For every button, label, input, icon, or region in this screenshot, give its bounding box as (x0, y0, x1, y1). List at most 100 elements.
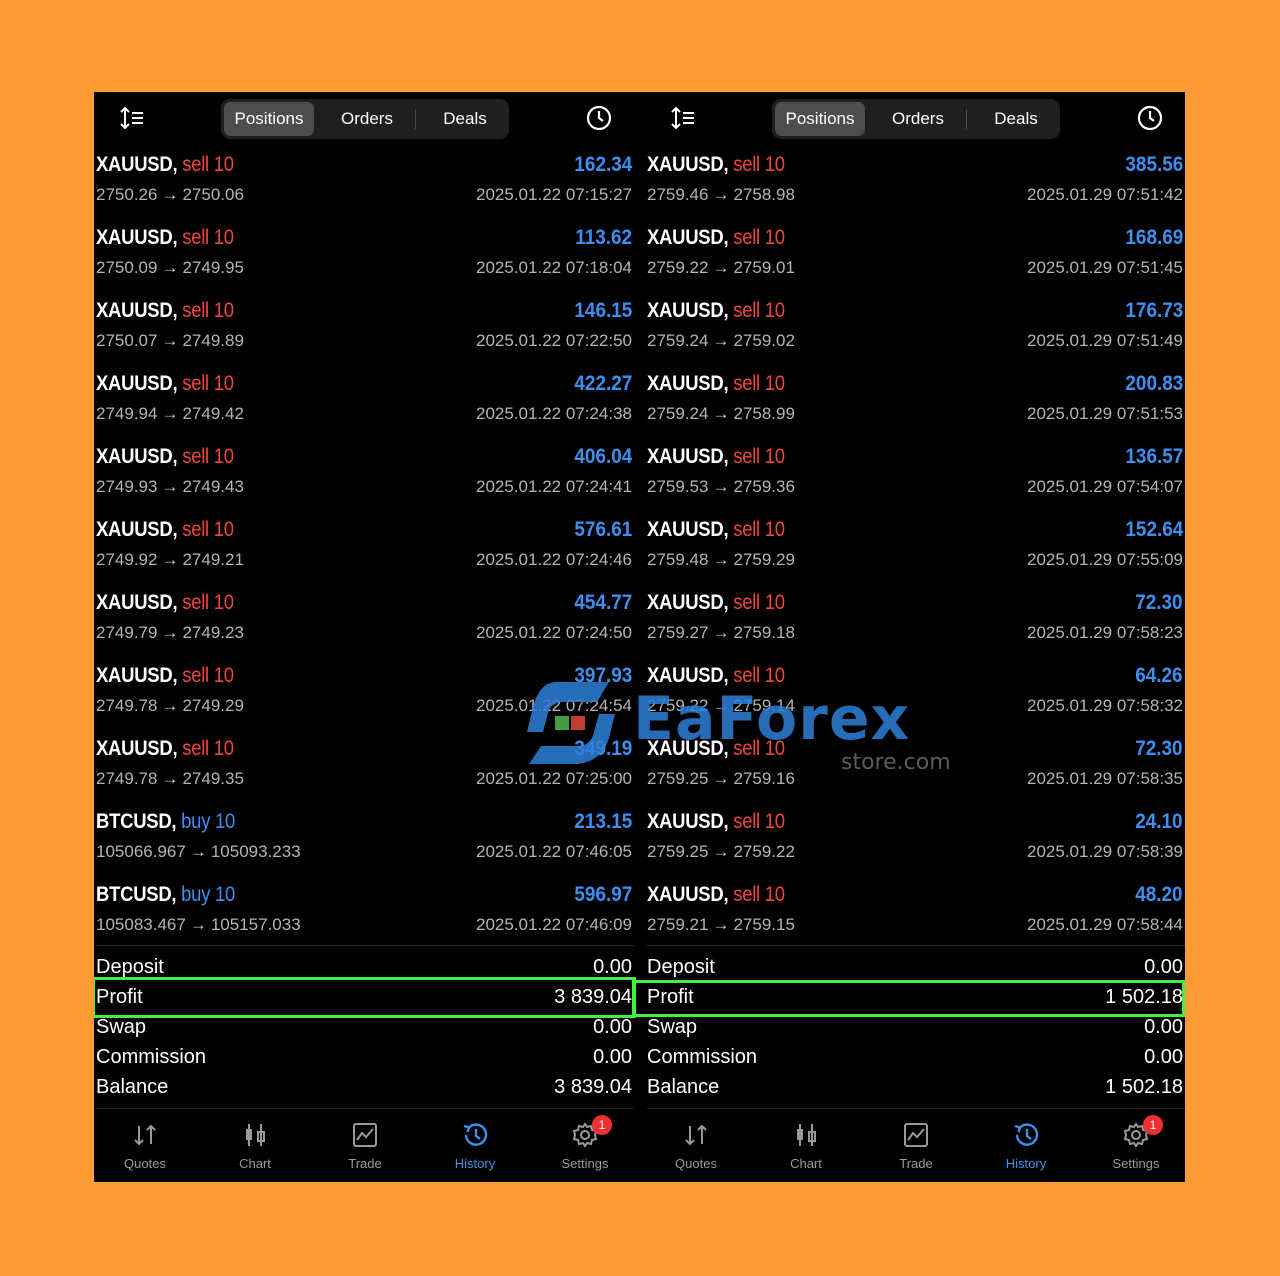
tab-orders[interactable]: Orders (872, 102, 964, 136)
list-item[interactable]: XAUUSD, sell 10 136.57 2759.53 → 2759.36 2025… (647, 442, 1185, 515)
summary-value: 3 839.04 (554, 1076, 632, 1098)
tab-quotes[interactable]: Quotes (94, 1109, 200, 1182)
tab-quotes[interactable]: Quotes (641, 1109, 751, 1182)
clock-icon[interactable] (585, 104, 613, 132)
list-item[interactable]: XAUUSD, sell 10 72.30 2759.27 → 2759.18 2025.… (647, 588, 1185, 661)
symbol-name: XAUUSD, (647, 153, 729, 176)
tab-history[interactable]: History (420, 1109, 530, 1182)
arrow-icon: → (189, 915, 207, 934)
open-price: 2759.24 (647, 404, 709, 423)
deal-symbol: XAUUSD, sell 10 (96, 518, 234, 542)
list-item[interactable]: XAUUSD, sell 10 200.83 2759.24 → 2758.99 2025… (647, 369, 1185, 442)
deal-time: 2025.01.22 07:25:00 (476, 769, 632, 788)
deal-profit: 48.20 (1135, 883, 1183, 906)
tab-label: Trade (899, 1156, 933, 1171)
close-price: 2750.06 (182, 185, 244, 204)
list-item[interactable]: XAUUSD, sell 10 48.20 2759.21 → 2759.15 2025.… (647, 880, 1185, 953)
deal-prices: 2759.24 → 2759.02 (647, 331, 795, 351)
tab-history[interactable]: History (971, 1109, 1081, 1182)
list-item[interactable]: XAUUSD, sell 10 113.62 2750.09 → 2749.95 2025… (96, 223, 634, 296)
tab-settings[interactable]: Settings 1 (1081, 1109, 1185, 1182)
tab-chart[interactable]: Chart (751, 1109, 861, 1182)
list-item[interactable]: XAUUSD, sell 10 64.26 2759.22 → 2759.14 2025.… (647, 661, 1185, 734)
profit-highlight-box (94, 977, 636, 1018)
deal-time: 2025.01.22 07:46:09 (476, 915, 632, 934)
list-item[interactable]: XAUUSD, sell 10 406.04 2749.93 → 2749.43 2025… (96, 442, 634, 515)
symbol-name: XAUUSD, (647, 883, 729, 906)
deal-side: buy 10 (181, 810, 236, 833)
list-item[interactable]: BTCUSD, buy 10 213.15 105066.967 → 105093.23… (96, 807, 634, 880)
notification-badge: 1 (592, 1115, 612, 1135)
list-item[interactable]: XAUUSD, sell 10 176.73 2759.24 → 2759.02 2025… (647, 296, 1185, 369)
tab-positions[interactable]: Positions (775, 102, 865, 136)
list-item[interactable]: XAUUSD, sell 10 576.61 2749.92 → 2749.21 2025… (96, 515, 634, 588)
tab-chart[interactable]: Chart (200, 1109, 310, 1182)
symbol-name: XAUUSD, (96, 445, 178, 468)
symbol-name: XAUUSD, (647, 664, 729, 687)
tab-label: History (1005, 1156, 1047, 1171)
deal-symbol: XAUUSD, sell 10 (96, 737, 234, 761)
arrow-icon: → (712, 769, 730, 788)
deal-time: 2025.01.29 07:51:53 (1027, 404, 1183, 423)
deal-time: 2025.01.29 07:51:49 (1027, 331, 1183, 350)
list-item[interactable]: XAUUSD, sell 10 454.77 2749.79 → 2749.23 2025… (96, 588, 634, 661)
deal-time: 2025.01.22 07:46:05 (476, 842, 632, 861)
deal-symbol: XAUUSD, sell 10 (647, 445, 785, 469)
trade-icon (902, 1121, 930, 1149)
summary-value: 0.00 (593, 956, 632, 978)
open-price: 2749.92 (96, 550, 158, 569)
list-item[interactable]: XAUUSD, sell 10 152.64 2759.48 → 2759.29 2025… (647, 515, 1185, 588)
deal-side: sell 10 (733, 591, 785, 614)
list-item[interactable]: XAUUSD, sell 10 72.30 2759.25 → 2759.16 2025.… (647, 734, 1185, 807)
summary-value: 0.00 (1144, 1046, 1183, 1068)
summary-value: 0.00 (1144, 1016, 1183, 1038)
list-item[interactable]: XAUUSD, sell 10 349.19 2749.78 → 2749.35 2025… (96, 734, 634, 807)
list-item[interactable]: XAUUSD, sell 10 168.69 2759.22 → 2759.01 2025… (647, 223, 1185, 296)
list-item[interactable]: XAUUSD, sell 10 422.27 2749.94 → 2749.42 2025… (96, 369, 634, 442)
list-item[interactable]: BTCUSD, buy 10 596.97 105083.467 → 105157.03… (96, 880, 634, 953)
clock-icon[interactable] (1136, 104, 1164, 132)
summary-value: 0.00 (593, 1016, 632, 1038)
close-price: 2758.99 (733, 404, 795, 423)
deal-symbol: XAUUSD, sell 10 (96, 299, 234, 323)
arrow-icon: → (189, 842, 207, 861)
sort-icon[interactable] (669, 104, 697, 132)
tab-deals[interactable]: Deals (974, 102, 1058, 136)
tab-trade[interactable]: Trade (861, 1109, 971, 1182)
list-item[interactable]: XAUUSD, sell 10 162.34 2750.26 → 2750.06 2025… (96, 150, 634, 223)
tab-orders[interactable]: Orders (321, 102, 413, 136)
deal-prices: 2759.22 → 2759.14 (647, 696, 795, 716)
tab-label: Quotes (124, 1156, 166, 1171)
tab-trade[interactable]: Trade (310, 1109, 420, 1182)
close-price: 2759.22 (733, 842, 795, 861)
tab-deals[interactable]: Deals (423, 102, 507, 136)
deal-side: sell 10 (733, 226, 785, 249)
deal-side: sell 10 (182, 591, 234, 614)
deal-list: XAUUSD, sell 10 385.56 2759.46 → 2758.98 2025… (647, 150, 1185, 953)
open-price: 2750.07 (96, 331, 158, 350)
tab-settings[interactable]: Settings 1 (530, 1109, 640, 1182)
tab-positions[interactable]: Positions (224, 102, 314, 136)
list-item[interactable]: XAUUSD, sell 10 397.93 2749.78 → 2749.29 2025… (96, 661, 634, 734)
list-item[interactable]: XAUUSD, sell 10 24.10 2759.25 → 2759.22 2025.… (647, 807, 1185, 880)
arrow-icon: → (161, 696, 179, 715)
deal-symbol: XAUUSD, sell 10 (96, 226, 234, 250)
open-price: 105066.967 (96, 842, 186, 861)
list-item[interactable]: XAUUSD, sell 10 385.56 2759.46 → 2758.98 2025… (647, 150, 1185, 223)
list-item[interactable]: XAUUSD, sell 10 146.15 2750.07 → 2749.89 2025… (96, 296, 634, 369)
symbol-name: XAUUSD, (96, 372, 178, 395)
summary-label: Swap (647, 1016, 698, 1038)
deal-prices: 2759.48 → 2759.29 (647, 550, 795, 570)
open-price: 2759.46 (647, 185, 709, 204)
deal-prices: 2749.78 → 2749.35 (96, 769, 244, 789)
deal-profit: 162.34 (574, 153, 632, 176)
deal-list: XAUUSD, sell 10 162.34 2750.26 → 2750.06 2025… (96, 150, 634, 953)
divider (647, 945, 1185, 946)
symbol-name: XAUUSD, (96, 591, 178, 614)
deal-time: 2025.01.22 07:22:50 (476, 331, 632, 350)
notification-badge: 1 (1143, 1115, 1163, 1135)
symbol-name: XAUUSD, (96, 737, 178, 760)
history-icon (1012, 1121, 1040, 1149)
sort-icon[interactable] (118, 104, 146, 132)
open-price: 2749.78 (96, 769, 158, 788)
